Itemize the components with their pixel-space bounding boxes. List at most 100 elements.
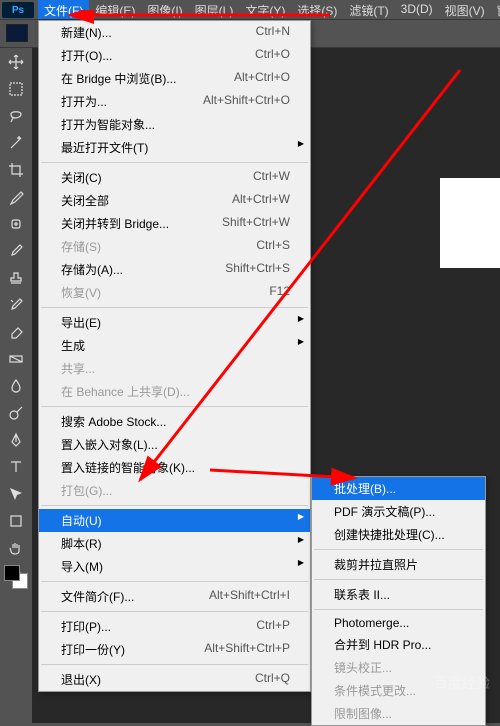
stamp-tool-icon[interactable] [6, 268, 26, 288]
file-menu-item[interactable]: 关闭(C)Ctrl+W [39, 166, 310, 189]
color-swatch[interactable] [4, 565, 28, 589]
file-menu-item[interactable]: 导出(E)▶ [39, 311, 310, 334]
menu-item-label: 联系表 II... [334, 586, 390, 603]
auto-submenu-item[interactable]: Photomerge... [312, 613, 485, 633]
menu-item-label: 置入嵌入对象(L)... [61, 436, 158, 453]
gradient-tool-icon[interactable] [6, 349, 26, 369]
menu-filter[interactable]: 滤镜(T) [343, 0, 394, 19]
file-menu-item[interactable]: 文件简介(F)...Alt+Shift+Ctrl+I [39, 585, 310, 608]
menu-layer[interactable]: 图层(L) [189, 0, 240, 19]
file-menu-item[interactable]: 导入(M)▶ [39, 555, 310, 578]
tool-panel [0, 48, 32, 585]
shape-tool-icon[interactable] [6, 511, 26, 531]
menu-3d[interactable]: 3D(D) [395, 0, 439, 19]
file-menu-item[interactable]: 置入链接的智能对象(K)... [39, 456, 310, 479]
heal-tool-icon[interactable] [6, 214, 26, 234]
auto-submenu-item[interactable]: 合并到 HDR Pro... [312, 633, 485, 656]
move-tool-icon[interactable] [6, 52, 26, 72]
crop-tool-icon[interactable] [6, 160, 26, 180]
menu-item-shortcut: Ctrl+O [255, 47, 290, 64]
menu-item-label: 在 Bridge 中浏览(B)... [61, 70, 176, 87]
menu-type[interactable]: 文字(Y) [239, 0, 291, 19]
file-menu-item[interactable]: 自动(U)▶ [39, 509, 310, 532]
file-menu-item[interactable]: 退出(X) Ctrl+Q [39, 668, 310, 691]
menu-item-shortcut: F12 [269, 284, 290, 301]
auto-submenu-item[interactable]: 创建快捷批处理(C)... [312, 523, 485, 546]
menu-edit[interactable]: 编辑(E) [89, 0, 141, 19]
menu-item-shortcut: Alt+Shift+Ctrl+I [209, 588, 290, 605]
menu-item-label: 打开为智能对象... [61, 116, 155, 133]
pen-tool-icon[interactable] [6, 430, 26, 450]
menu-item-label: 搜索 Adobe Stock... [61, 413, 166, 430]
menu-item-label: 恢复(V) [61, 284, 101, 301]
menu-item-shortcut: Ctrl+W [253, 169, 290, 186]
file-menu-separator [41, 611, 308, 612]
auto-submenu-item[interactable]: PDF 演示文稿(P)... [312, 500, 485, 523]
wand-tool-icon[interactable] [6, 133, 26, 153]
auto-submenu-item[interactable]: 批处理(B)... [312, 477, 485, 500]
file-menu-item[interactable]: 生成▶ [39, 334, 310, 357]
menu-item-label: 存储为(A)... [61, 261, 123, 278]
watermark: 百度经验 [434, 673, 490, 693]
menu-file[interactable]: 文件(F) [38, 0, 89, 19]
menu-item-label: 关闭并转到 Bridge... [61, 215, 169, 232]
menu-item-shortcut: Alt+Ctrl+O [234, 70, 290, 87]
lasso-tool-icon[interactable] [6, 106, 26, 126]
menu-item-label: 脚本(R) [61, 535, 102, 552]
menu-view[interactable]: 视图(V) [439, 0, 491, 19]
menu-window[interactable]: 窗口(W) [491, 0, 500, 19]
type-tool-icon[interactable] [6, 457, 26, 477]
file-menu-item[interactable]: 置入嵌入对象(L)... [39, 433, 310, 456]
file-menu-item[interactable]: 搜索 Adobe Stock... [39, 410, 310, 433]
menu-item-label: 最近打开文件(T) [61, 139, 148, 156]
history-brush-icon[interactable] [6, 295, 26, 315]
auto-submenu-item[interactable]: 裁剪并拉直照片 [312, 553, 485, 576]
app-badge: Ps [2, 2, 34, 18]
eraser-tool-icon[interactable] [6, 322, 26, 342]
menu-item-label: 生成 [61, 337, 85, 354]
menu-image[interactable]: 图像(I) [141, 0, 188, 19]
file-menu-item[interactable]: 新建(N)...Ctrl+N [39, 21, 310, 44]
options-swatch[interactable] [6, 24, 28, 42]
file-menu-item[interactable]: 打开(O)... Ctrl+O [39, 44, 310, 67]
menu-item-shortcut: Ctrl+Q [255, 671, 290, 688]
file-menu-separator [41, 307, 308, 308]
auto-submenu-item[interactable]: 联系表 II... [312, 583, 485, 606]
file-menu-item[interactable]: 打开为智能对象... [39, 113, 310, 136]
file-menu-separator [41, 664, 308, 665]
file-menu-item: 共享... [39, 357, 310, 380]
submenu-arrow-icon: ▶ [298, 139, 304, 148]
menu-item-shortcut: Alt+Shift+Ctrl+O [203, 93, 290, 110]
file-menu-item[interactable]: 存储为(A)...Shift+Ctrl+S [39, 258, 310, 281]
file-menu-item[interactable]: 在 Bridge 中浏览(B)... Alt+Ctrl+O [39, 67, 310, 90]
file-menu-separator [41, 406, 308, 407]
file-menu-item[interactable]: 关闭并转到 Bridge...Shift+Ctrl+W [39, 212, 310, 235]
menu-item-label: Photomerge... [334, 616, 409, 630]
menu-item-shortcut: Alt+Ctrl+W [232, 192, 290, 209]
eyedropper-tool-icon[interactable] [6, 187, 26, 207]
menu-item-label: 批处理(B)... [334, 480, 396, 497]
menu-select[interactable]: 选择(S) [291, 0, 343, 19]
menu-item-label: 条件模式更改... [334, 682, 416, 699]
document-canvas[interactable] [440, 178, 500, 268]
path-tool-icon[interactable] [6, 484, 26, 504]
dodge-tool-icon[interactable] [6, 403, 26, 423]
menu-item-label: 合并到 HDR Pro... [334, 636, 431, 653]
auto-submenu-separator [314, 579, 483, 580]
file-menu-item[interactable]: 打印一份(Y)Alt+Shift+Ctrl+P [39, 638, 310, 661]
file-menu-item[interactable]: 脚本(R)▶ [39, 532, 310, 555]
file-menu-item[interactable]: 打开为...Alt+Shift+Ctrl+O [39, 90, 310, 113]
file-menu-item[interactable]: 打印(P)...Ctrl+P [39, 615, 310, 638]
blur-tool-icon[interactable] [6, 376, 26, 396]
menu-item-label: 退出(X) [61, 671, 101, 688]
file-menu-item[interactable]: 最近打开文件(T) ▶ [39, 136, 310, 159]
submenu-arrow-icon: ▶ [298, 558, 304, 567]
hand-tool-icon[interactable] [6, 538, 26, 558]
menu-item-label: 打包(G)... [61, 482, 112, 499]
foreground-color-icon[interactable] [4, 565, 20, 581]
brush-tool-icon[interactable] [6, 241, 26, 261]
file-menu-item: 在 Behance 上共享(D)... [39, 380, 310, 403]
menu-item-label: 打开(O)... [61, 47, 112, 64]
marquee-tool-icon[interactable] [6, 79, 26, 99]
file-menu-item[interactable]: 关闭全部Alt+Ctrl+W [39, 189, 310, 212]
